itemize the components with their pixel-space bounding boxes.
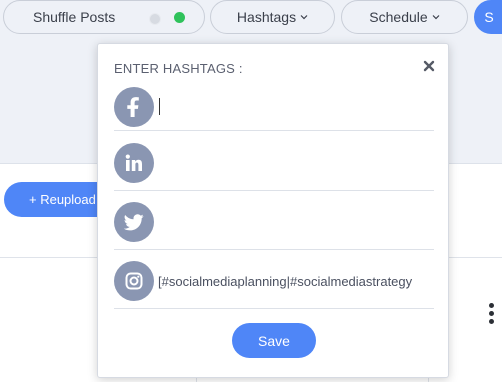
hashtag-row-facebook (114, 87, 434, 131)
reupload-label: + Reupload (29, 192, 96, 207)
page: Shuffle Posts Hashtags Schedule S + Reup… (0, 0, 502, 382)
linkedin-hashtags-input[interactable] (158, 152, 430, 174)
hashtags-label: Hashtags (236, 9, 297, 25)
hashtag-row-twitter (114, 190, 434, 250)
linkedin-icon (114, 143, 154, 183)
hashtag-row-linkedin (114, 131, 434, 191)
twitter-icon (114, 202, 154, 242)
schedule-dropdown-button[interactable]: Schedule (341, 0, 468, 34)
save-button[interactable]: Save (232, 323, 316, 358)
close-icon[interactable] (421, 58, 437, 74)
hashtag-row-instagram (114, 249, 434, 309)
shuffle-toggle-off-dot[interactable] (149, 13, 161, 25)
facebook-icon (114, 87, 154, 127)
chevron-down-icon (300, 15, 308, 20)
next-action-button[interactable]: S (474, 0, 502, 34)
twitter-hashtags-input[interactable] (158, 211, 430, 233)
shuffle-toggle-on-dot[interactable] (174, 12, 185, 23)
popover-title: ENTER HASHTAGS : (114, 61, 243, 76)
facebook-hashtags-input[interactable] (158, 96, 430, 118)
hashtags-dropdown-button[interactable]: Hashtags (210, 0, 335, 34)
schedule-label: Schedule (369, 9, 428, 25)
instagram-icon (114, 261, 154, 301)
next-action-label: S (484, 9, 494, 25)
hashtags-popover: ENTER HASHTAGS : [#socialmediaplanning|#… (97, 43, 449, 378)
chevron-down-icon (432, 15, 440, 20)
more-options-icon[interactable] (489, 303, 495, 325)
instagram-hashtags-input[interactable] (158, 270, 430, 292)
shuffle-posts-label: Shuffle Posts (33, 9, 116, 25)
